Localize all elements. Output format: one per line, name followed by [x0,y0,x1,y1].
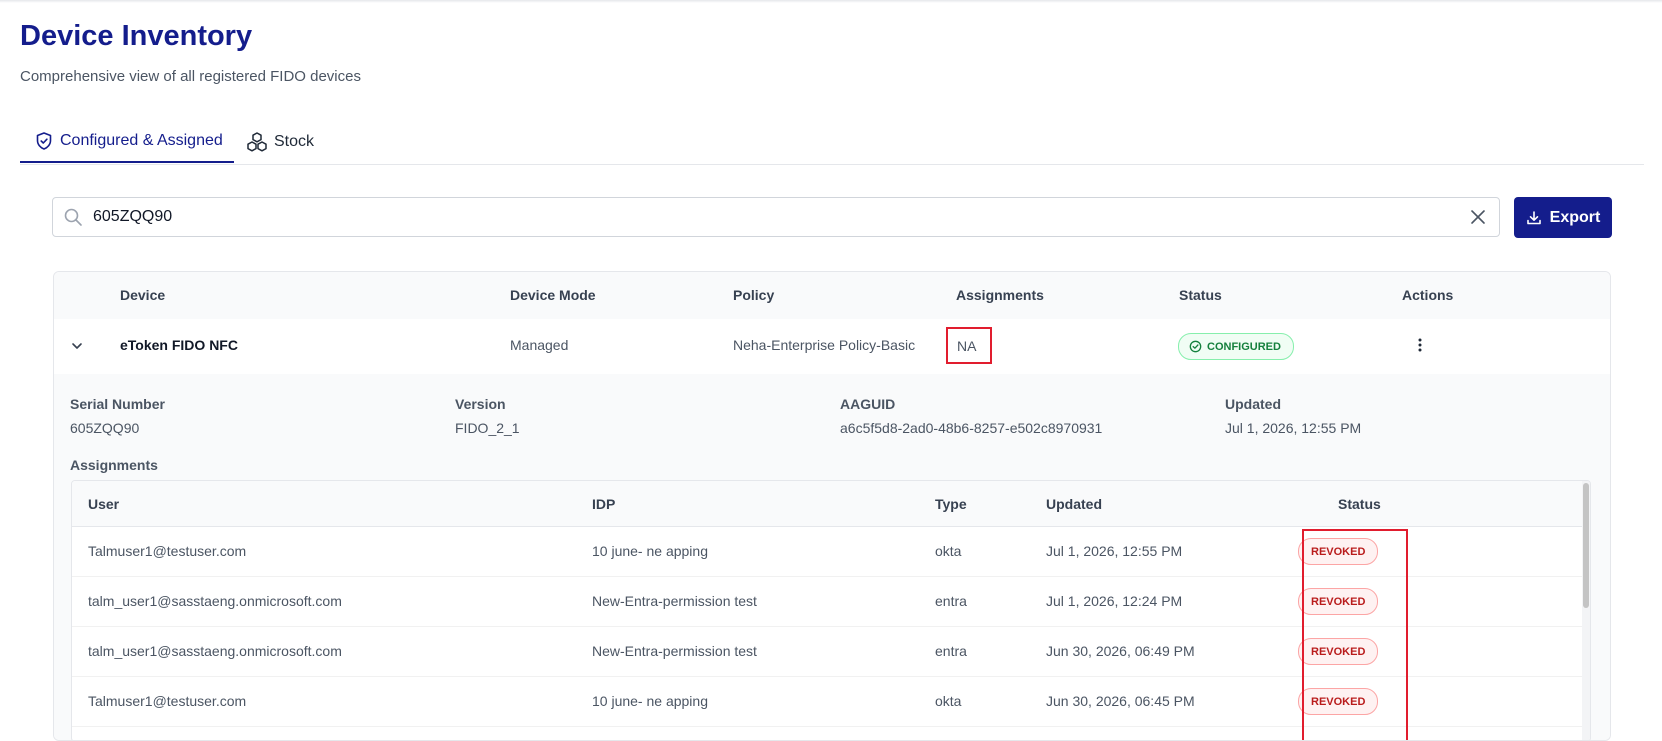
assignments-table: User IDP Type Updated Status Talmuser1@t… [71,480,1591,740]
updated-label: Updated [1225,396,1281,412]
serial-number-label: Serial Number [70,396,165,412]
shield-check-icon [34,131,54,151]
column-header-device: Device [120,287,166,303]
chevron-down-icon[interactable] [70,339,84,358]
scrollbar[interactable] [1582,481,1590,740]
assignment-type: okta [935,543,962,559]
tab-bar: Configured & Assigned Stock [20,120,1644,165]
serial-number-value: 605ZQQ90 [70,420,140,436]
assignment-user: Talmuser1@testuser.com [88,543,247,559]
page-title: Device Inventory [20,20,253,52]
cubes-icon [246,131,268,153]
tab-label: Stock [274,132,315,150]
device-table-header: Device Device Mode Policy Assignments St… [54,272,1610,320]
search-input[interactable]: 605ZQQ90 [93,208,172,226]
download-icon [1526,210,1542,226]
assignment-updated: Jul 1, 2026, 12:55 PM [1046,543,1183,559]
column-header-status: Status [1179,287,1222,303]
assignment-idp: New-Entra-permission test [592,643,757,659]
more-vertical-icon[interactable] [1417,337,1423,358]
search-icon [63,207,83,232]
page-subtitle: Comprehensive view of all registered FID… [20,68,361,85]
tab-label: Configured & Assigned [60,131,223,149]
assignment-updated: Jun 30, 2026, 06:49 PM [1046,643,1195,659]
assignment-type: entra [935,593,967,609]
assignment-user: talm_user1@sasstaeng.onmicrosoft.com [88,643,342,659]
column-header-assignments: Assignments [956,287,1044,303]
assignments-highlight: NA [946,327,992,364]
export-button-label: Export [1549,208,1601,226]
device-assignments: NA [957,338,977,354]
close-icon[interactable] [1469,208,1487,231]
updated-value: Jul 1, 2026, 12:55 PM [1225,420,1362,436]
status-badge: CONFIGURED [1178,333,1294,360]
device-table: Device Device Mode Policy Assignments St… [53,271,1611,741]
column-header-actions: Actions [1402,287,1454,303]
column-header-device-mode: Device Mode [510,287,596,303]
column-header-policy: Policy [733,287,775,303]
assignment-type: entra [935,643,967,659]
assignments-section-label: Assignments [70,457,158,473]
column-header-type: Type [935,496,967,512]
column-header-user: User [88,496,120,512]
status-badge-label: CONFIGURED [1207,340,1281,353]
column-header-idp: IDP [592,496,616,512]
device-name: eToken FIDO NFC [120,337,238,353]
device-policy: Neha-Enterprise Policy-Basic [733,337,916,353]
search-field[interactable]: 605ZQQ90 [52,197,1500,237]
device-mode: Managed [510,337,569,353]
assignment-updated: Jul 1, 2026, 12:24 PM [1046,593,1183,609]
tab-stock[interactable]: Stock [246,120,314,163]
assignment-idp: 10 june- ne apping [592,693,708,709]
tab-configured-assigned[interactable]: Configured & Assigned [20,120,234,163]
assignment-updated: Jun 30, 2026, 06:45 PM [1046,693,1195,709]
export-button[interactable]: Export [1514,197,1612,238]
assignment-user: talm_user1@sasstaeng.onmicrosoft.com [88,593,342,609]
version-value: FIDO_2_1 [455,420,520,436]
status-highlight [1302,529,1408,740]
aaguid-label: AAGUID [840,396,896,412]
aaguid-value: a6c5f5d8-2ad0-48b6-8257-e502c8970931 [840,420,1103,436]
assignment-idp: 10 june- ne apping [592,543,708,559]
assignment-idp: New-Entra-permission test [592,593,757,609]
version-label: Version [455,396,506,412]
column-header-updated: Updated [1046,496,1102,512]
assignments-table-header: User IDP Type Updated Status [72,481,1590,527]
assignment-type: okta [935,693,962,709]
assignment-user: Talmuser1@testuser.com [88,693,247,709]
check-circle-icon [1189,340,1202,353]
top-shadow [0,0,1662,3]
column-header-assignment-status: Status [1338,496,1381,512]
scrollbar-thumb[interactable] [1583,483,1589,608]
table-row[interactable]: eToken FIDO NFC Managed Neha-Enterprise … [54,319,1610,375]
